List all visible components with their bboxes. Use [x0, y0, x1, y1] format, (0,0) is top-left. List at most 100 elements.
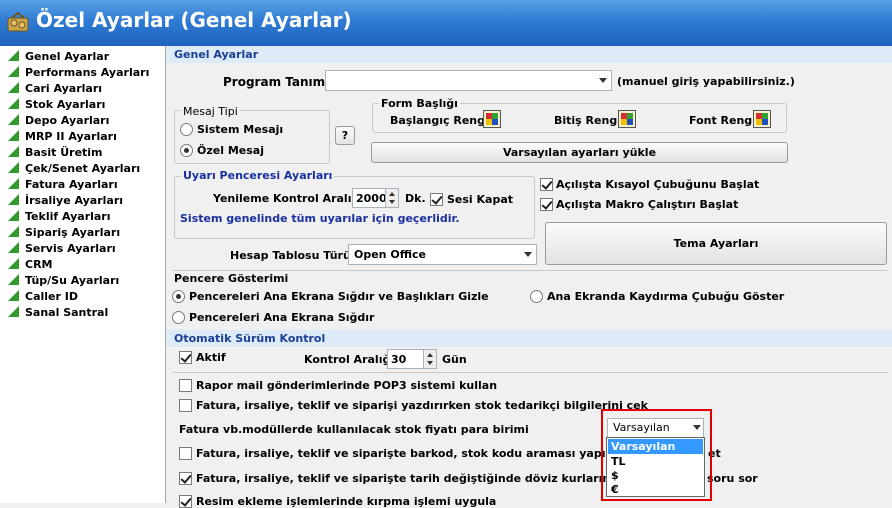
uyari-note: Sistem genelinde tüm uyarılar için geçer…: [180, 212, 460, 225]
barkod-checkbox[interactable]: [179, 447, 192, 460]
makro-checkbox[interactable]: [540, 198, 553, 211]
green-triangle-icon: [8, 210, 19, 221]
hesap-tablosu-label: Hesap Tablosu Türü: [230, 249, 351, 262]
tedarikci-checkbox[interactable]: [179, 399, 192, 412]
sidebar-item-mrp[interactable]: MRP II Ayarları: [8, 130, 117, 146]
form-basligi-label: Form Başlığı: [379, 97, 460, 110]
kontrol-araligi-label: Kontrol Aralığı: [304, 353, 395, 366]
sidebar-item-tup-su[interactable]: Tüp/Su Ayarları: [8, 274, 119, 290]
help-button[interactable]: ?: [335, 126, 355, 145]
resim-checkbox[interactable]: [179, 495, 192, 508]
title-bar: Özel Ayarlar (Genel Ayarlar): [0, 0, 892, 46]
divider: [173, 372, 888, 373]
barkod-label: Fatura, irsaliye, teklif ve siparişte ba…: [196, 447, 641, 460]
stok-fiyati-label: Fatura vb.modüllerde kullanılacak stok f…: [179, 423, 529, 436]
sidebar-item-performans[interactable]: Performans Ayarları: [8, 66, 149, 82]
pencere-opt1-radio[interactable]: [172, 290, 185, 303]
settings-main-panel: Genel Ayarlar Program Tanımı (manuel gir…: [167, 46, 892, 508]
green-triangle-icon: [8, 130, 19, 141]
spin-arrows-icon[interactable]: [385, 189, 398, 207]
pencere-opt1-label: Pencereleri Ana Ekrana Sığdır ve Başlıkl…: [189, 290, 489, 303]
green-triangle-icon: [8, 194, 19, 205]
font-rengi-label: Font Rengi: [689, 114, 756, 127]
chevron-down-icon: [599, 78, 607, 83]
window-title: Özel Ayarlar (Genel Ayarlar): [36, 8, 352, 32]
green-triangle-icon: [8, 258, 19, 269]
program-combo[interactable]: [325, 70, 612, 91]
sidebar-item-cek-senet[interactable]: Çek/Senet Ayarları: [8, 162, 140, 178]
green-triangle-icon: [8, 162, 19, 173]
baslangic-rengi-label: Başlangıç Rengi: [390, 114, 489, 127]
aktif-label: Aktif: [196, 351, 226, 364]
yenileme-unit: Dk.: [405, 192, 426, 205]
color-palette-icon[interactable]: [483, 110, 501, 128]
ozel-mesaj-radio[interactable]: [180, 144, 193, 157]
green-triangle-icon: [8, 98, 19, 109]
program-hint: (manuel giriş yapabilirsiniz.): [617, 75, 795, 88]
resim-label: Resim ekleme işlemlerinde kırpma işlemi …: [196, 495, 497, 508]
yenileme-label: Yenileme Kontrol Aralığı: [213, 192, 364, 205]
color-palette-icon[interactable]: [753, 110, 771, 128]
settings-sidebar: Genel Ayarlar Performans Ayarları Cari A…: [0, 46, 166, 503]
ozel-mesaj-label: Özel Mesaj: [197, 144, 264, 157]
sidebar-item-fatura[interactable]: Fatura Ayarları: [8, 178, 118, 194]
sidebar-item-servis[interactable]: Servis Ayarları: [8, 242, 116, 258]
sidebar-item-teklif[interactable]: Teklif Ayarları: [8, 210, 111, 226]
sidebar-item-basit-uretim[interactable]: Basit Üretim: [8, 146, 103, 162]
sidebar-item-sanal-santral[interactable]: Sanal Santral: [8, 306, 108, 322]
doviz-label-end: soru sor: [707, 472, 758, 485]
hesap-tablosu-combo[interactable]: Open Office: [348, 244, 537, 265]
green-triangle-icon: [8, 306, 19, 317]
pencere-opt2-label: Ana Ekranda Kaydırma Çubuğu Göster: [547, 290, 785, 303]
pencere-opt3-radio[interactable]: [172, 311, 185, 324]
sidebar-item-crm[interactable]: CRM: [8, 258, 53, 274]
makro-label: Açılışta Makro Çalıştırı Başlat: [556, 198, 739, 211]
uyari-title: Uyarı Penceresi Ayarları: [181, 169, 335, 182]
tedarikci-label: Fatura, irsaliye, teklif ve siparişi yaz…: [196, 399, 648, 412]
aktif-checkbox[interactable]: [179, 351, 192, 364]
color-palette-icon[interactable]: [618, 110, 636, 128]
kontrol-araligi-unit: Gün: [442, 353, 467, 366]
green-triangle-icon: [8, 226, 19, 237]
pop3-checkbox[interactable]: [179, 379, 192, 392]
pop3-label: Rapor mail gönderimlerinde POP3 sistemi …: [196, 379, 498, 392]
bitis-rengi-label: Bitiş Rengi: [554, 114, 621, 127]
green-triangle-icon: [8, 290, 19, 301]
green-triangle-icon: [8, 66, 19, 77]
sidebar-item-depo[interactable]: Depo Ayarları: [8, 114, 109, 130]
yenileme-spinner[interactable]: 2000: [352, 188, 399, 208]
green-triangle-icon: [8, 274, 19, 285]
doviz-label: Fatura, irsaliye, teklif ve siparişte ta…: [196, 472, 660, 485]
kisayol-checkbox[interactable]: [540, 178, 553, 191]
sesi-kapat-checkbox[interactable]: [430, 193, 443, 206]
defaults-button[interactable]: Varsayılan ayarları yükle: [371, 142, 788, 163]
sidebar-item-caller-id[interactable]: Caller ID: [8, 290, 78, 306]
sistem-mesaji-label: Sistem Mesajı: [197, 123, 284, 136]
app-settings-icon: [7, 11, 29, 32]
spin-arrows-icon[interactable]: [423, 350, 436, 368]
tema-ayarlari-button[interactable]: Tema Ayarları: [545, 222, 887, 265]
kontrol-araligi-spinner[interactable]: 30: [387, 349, 437, 369]
mesaj-tipi-label: Mesaj Tipi: [181, 105, 240, 118]
section-header-surum: Otomatik Sürüm Kontrol: [167, 330, 892, 347]
green-triangle-icon: [8, 242, 19, 253]
highlight-box: [601, 409, 712, 501]
sesi-kapat-label: Sesi Kapat: [447, 193, 514, 206]
section-header-genel: Genel Ayarlar: [167, 46, 892, 63]
sidebar-item-irsaliye[interactable]: İrsaliye Ayarları: [8, 194, 123, 210]
program-label: Program Tanımı: [223, 75, 330, 89]
pencere-opt2-radio[interactable]: [530, 290, 543, 303]
kisayol-label: Açılışta Kısayol Çubuğunu Başlat: [556, 178, 760, 191]
sidebar-item-siparis[interactable]: Sipariş Ayarları: [8, 226, 120, 242]
sidebar-item-cari[interactable]: Cari Ayarları: [8, 82, 102, 98]
chevron-down-icon[interactable]: [524, 252, 532, 257]
sidebar-item-stok[interactable]: Stok Ayarları: [8, 98, 105, 114]
green-triangle-icon: [8, 50, 19, 61]
green-triangle-icon: [8, 114, 19, 125]
sidebar-item-genel[interactable]: Genel Ayarlar: [8, 50, 109, 66]
pencere-header: Pencere Gösterimi: [174, 272, 289, 285]
divider: [173, 270, 888, 271]
green-triangle-icon: [8, 82, 19, 93]
doviz-checkbox[interactable]: [179, 472, 192, 485]
sistem-mesaji-radio[interactable]: [180, 123, 193, 136]
